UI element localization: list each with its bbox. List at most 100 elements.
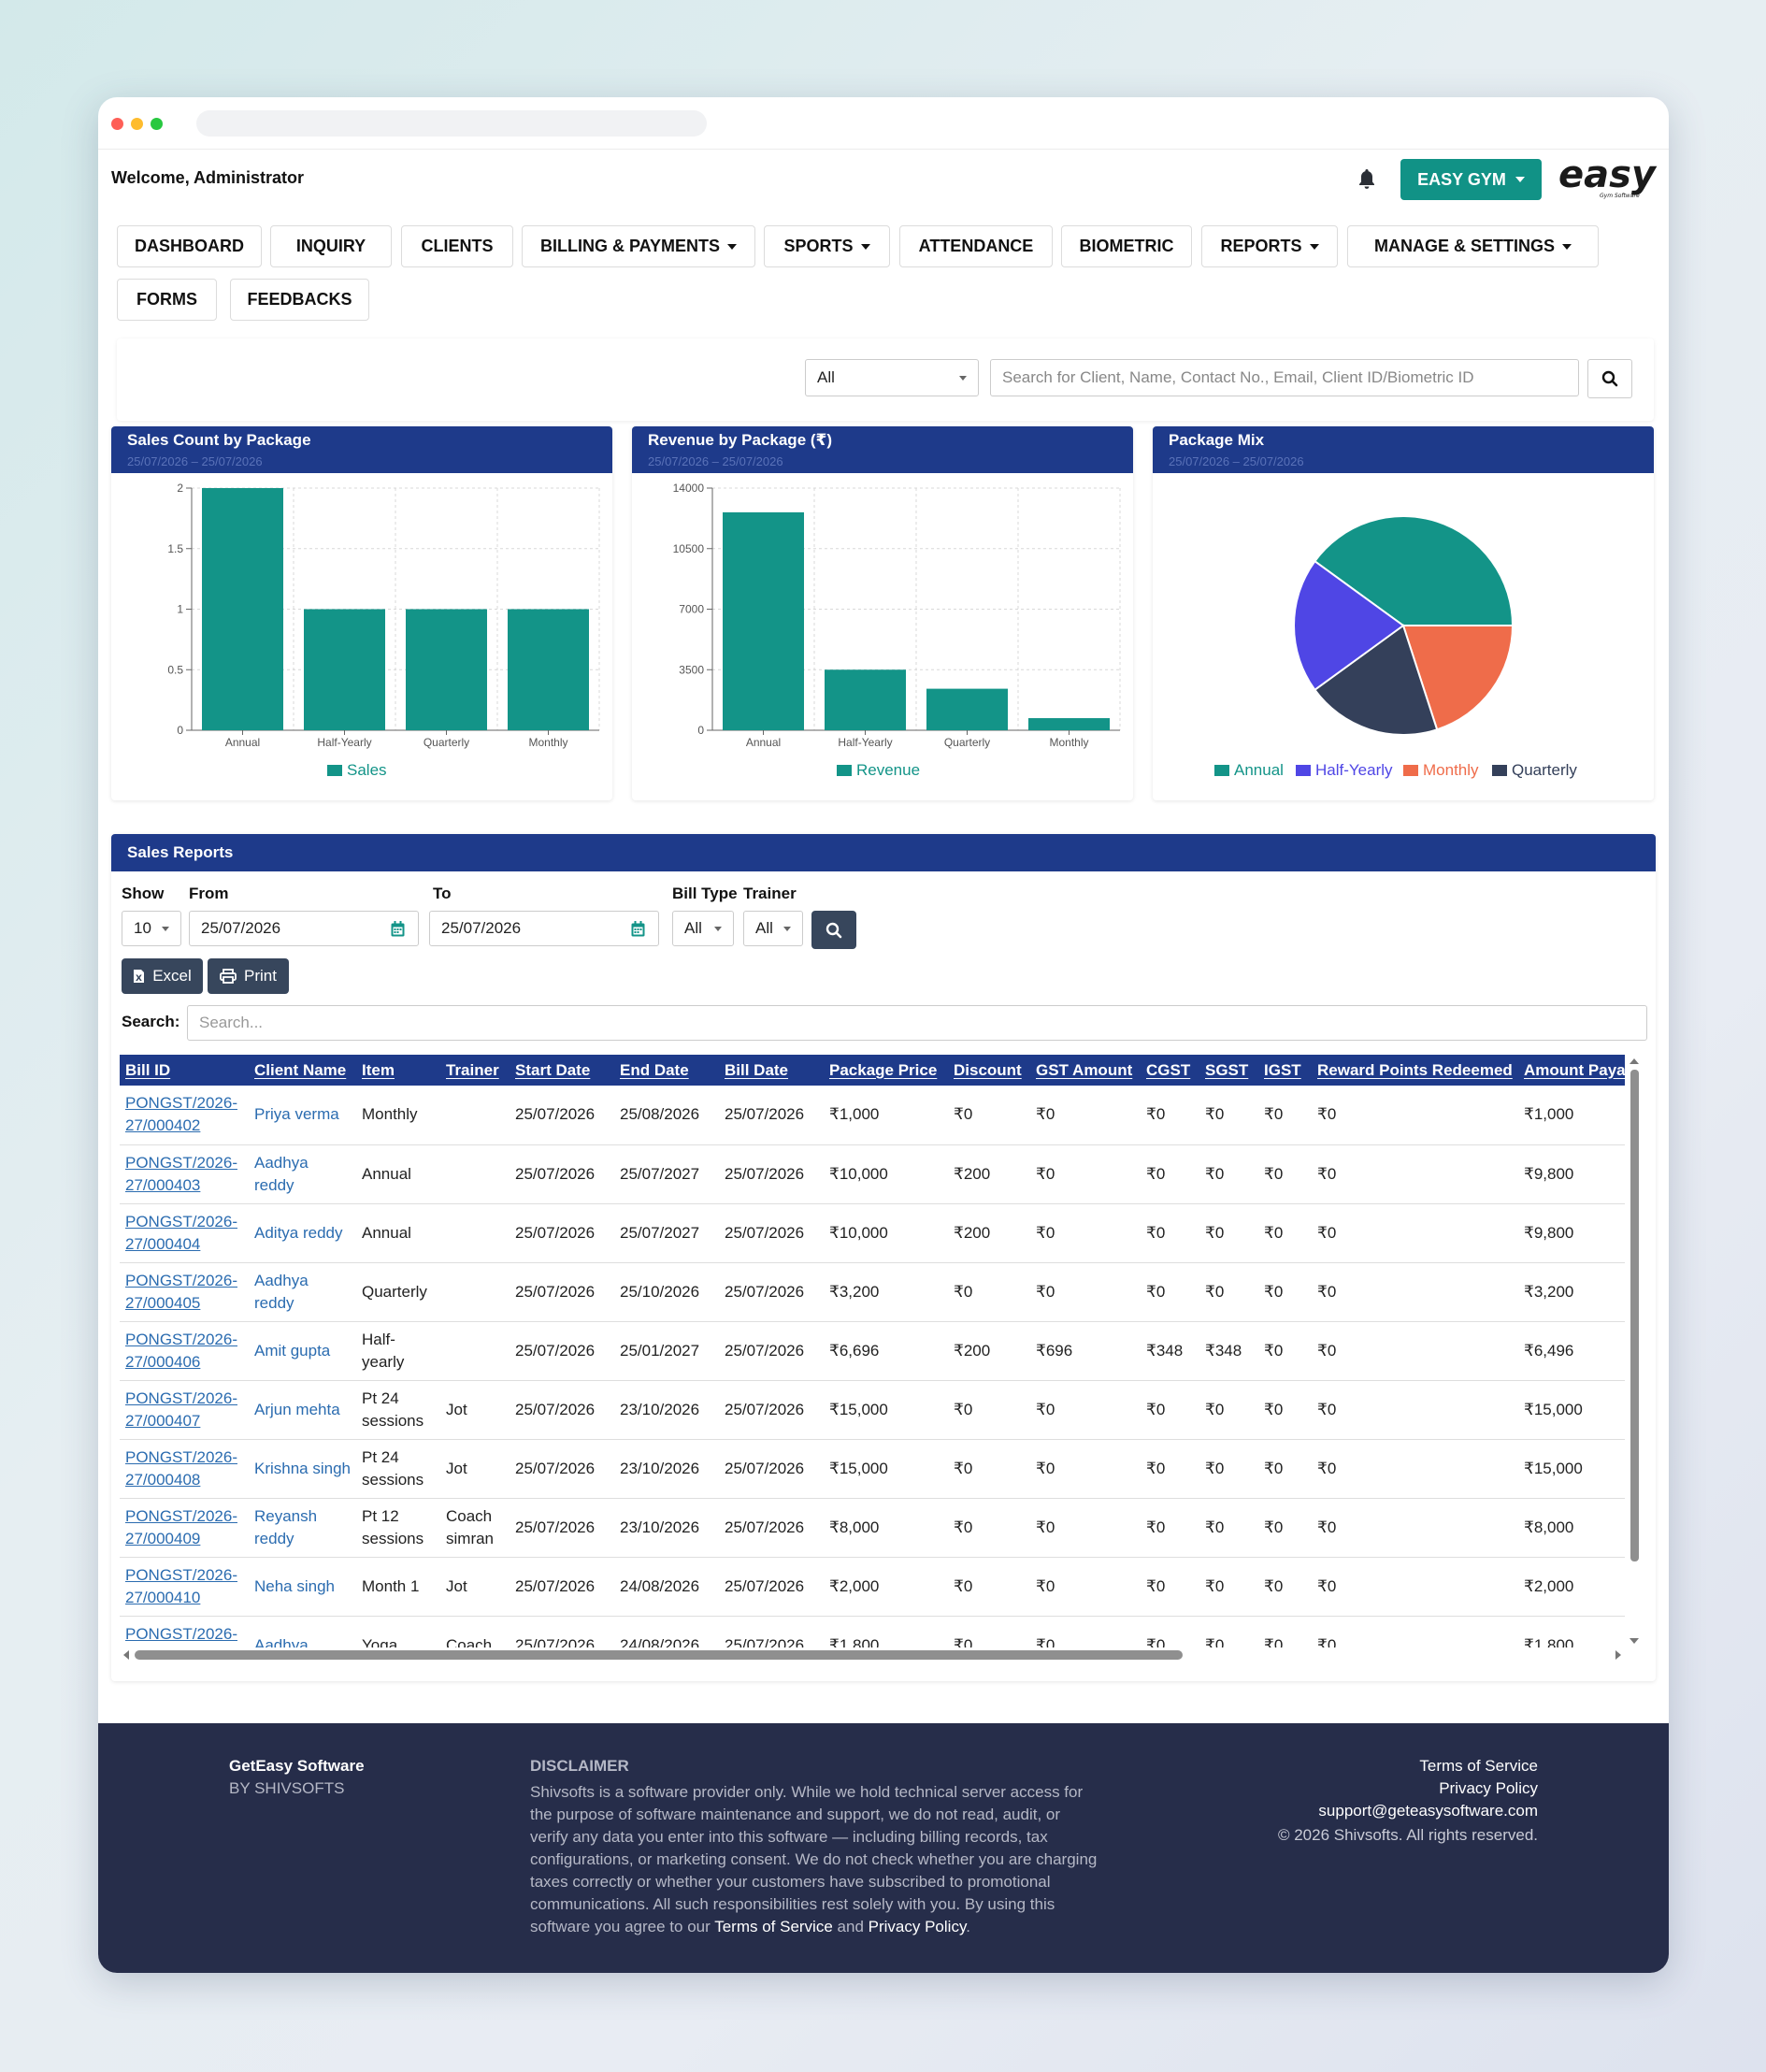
horizontal-scrollbar[interactable] [120, 1648, 1625, 1662]
nav-biometric[interactable]: BIOMETRIC [1061, 225, 1192, 267]
table-row[interactable]: PONGST/2026-27/000408 Krishna singh Pt 24 … [120, 1439, 1625, 1499]
column-header[interactable]: GST Amount [1030, 1055, 1141, 1086]
bar-monthly [508, 609, 589, 730]
nav-feedbacks[interactable]: FEEDBACKS [230, 279, 369, 321]
nav-dashboard-label: DASHBOARD [135, 237, 244, 255]
nav-reports[interactable]: REPORTS [1201, 225, 1338, 267]
client-name-link[interactable]: Reyansh reddy [249, 1498, 356, 1558]
table-search-input[interactable]: Search... [187, 1005, 1647, 1041]
maximize-window-dot[interactable] [151, 118, 163, 130]
client-name-link[interactable]: Aadhya reddy [249, 1262, 356, 1322]
privacy-link[interactable]: Privacy Policy [1439, 1779, 1538, 1798]
table-row[interactable]: PONGST/2026-27/000410 Neha singh Month 1 Jo… [120, 1557, 1625, 1617]
disclaimer-privacy-link[interactable]: Privacy Policy [869, 1918, 967, 1935]
nav-attendance[interactable]: ATTENDANCE [899, 225, 1053, 267]
search-button[interactable] [1587, 359, 1632, 398]
table-row[interactable]: PONGST/2026-27/000405 Aadhya reddy Quarter… [120, 1262, 1625, 1322]
chevron-down-icon [959, 376, 967, 381]
print-button[interactable]: Print [208, 958, 289, 994]
search-filter-select[interactable]: All [805, 359, 979, 396]
disclaimer-terms-link[interactable]: Terms of Service [714, 1918, 833, 1935]
column-header[interactable]: Bill ID [120, 1055, 249, 1086]
bill-id-link[interactable]: PONGST/2026-27/000405 [120, 1262, 249, 1322]
bill-id-link[interactable]: PONGST/2026-27/000409 [120, 1498, 249, 1558]
column-header[interactable]: End Date [614, 1055, 719, 1086]
client-name-link[interactable]: Aadhya [249, 1616, 356, 1648]
filter-search-button[interactable] [811, 911, 856, 949]
nav-sports-label: SPORTS [783, 237, 854, 255]
scroll-right-icon[interactable] [1615, 1650, 1621, 1660]
nav-sports[interactable]: SPORTS [764, 225, 890, 267]
bill-id-link[interactable]: PONGST/2026-27/000403 [120, 1144, 249, 1204]
column-header[interactable]: Amount Payable [1518, 1055, 1625, 1086]
bill-id-link[interactable]: PONGST/2026-27/000402 [120, 1086, 249, 1145]
bell-icon[interactable] [1356, 167, 1378, 192]
table-row[interactable]: PONGST/2026-27/000404 Aditya reddy Annual 2… [120, 1203, 1625, 1263]
table-row[interactable]: PONGST/2026-27/000402 Priya verma Monthly 2… [120, 1086, 1625, 1145]
bill-id-link[interactable]: PONGST/2026-27/000404 [120, 1203, 249, 1263]
scroll-down-icon[interactable] [1630, 1638, 1639, 1644]
nav-clients[interactable]: CLIENTS [401, 225, 513, 267]
column-header[interactable]: Client Name [249, 1055, 356, 1086]
trainer-select[interactable]: All [743, 911, 803, 946]
bill-id-link[interactable]: PONGST/2026-27/000408 [120, 1439, 249, 1499]
client-name-link[interactable]: Priya verma [249, 1086, 356, 1145]
client-name-link[interactable]: Arjun mehta [249, 1380, 356, 1440]
column-header[interactable]: SGST [1199, 1055, 1258, 1086]
table-cell: 24/08/2026 [614, 1557, 719, 1617]
client-name-link[interactable]: Krishna singh [249, 1439, 356, 1499]
scroll-up-icon[interactable] [1630, 1058, 1639, 1064]
close-window-dot[interactable] [111, 118, 123, 130]
vertical-scrollbar[interactable] [1627, 1055, 1642, 1648]
from-date-input[interactable]: 25/07/2026 [189, 911, 419, 946]
legend-swatch [1296, 765, 1311, 776]
nav-forms[interactable]: FORMS [117, 279, 217, 321]
client-name-link[interactable]: Amit gupta [249, 1321, 356, 1381]
column-header[interactable]: Trainer [440, 1055, 510, 1086]
horizontal-scroll-thumb[interactable] [135, 1650, 1183, 1660]
address-bar[interactable] [196, 110, 707, 137]
chevron-down-icon [714, 927, 722, 931]
terms-link[interactable]: Terms of Service [1419, 1757, 1538, 1776]
excel-export-button[interactable]: X Excel [122, 958, 203, 994]
column-header[interactable]: Item [356, 1055, 440, 1086]
gym-selector-button[interactable]: EASY GYM [1400, 159, 1542, 200]
scroll-left-icon[interactable] [123, 1650, 129, 1660]
minimize-window-dot[interactable] [131, 118, 143, 130]
table-row[interactable]: PONGST/2026-27/000406 Amit gupta Half-year… [120, 1321, 1625, 1381]
y-tick-label: 10500 [673, 542, 705, 555]
table-row[interactable]: PONGST/2026-27/000407 Arjun mehta Pt 24 se… [120, 1380, 1625, 1440]
bar-annual [723, 511, 804, 730]
bill-type-select[interactable]: All [672, 911, 734, 946]
to-date-input[interactable]: 25/07/2026 [429, 911, 659, 946]
bill-id-link[interactable]: PONGST/2026-27/000406 [120, 1321, 249, 1381]
column-header[interactable]: Start Date [510, 1055, 614, 1086]
nav-inquiry[interactable]: INQUIRY [270, 225, 392, 267]
vertical-scroll-thumb[interactable] [1630, 1070, 1639, 1561]
table-row[interactable]: PONGST/2026-27/000409 Reyansh reddy Pt 12 … [120, 1498, 1625, 1558]
client-name-link[interactable]: Neha singh [249, 1557, 356, 1617]
column-header[interactable]: IGST [1258, 1055, 1312, 1086]
table-cell: ₹0 [1141, 1498, 1199, 1558]
client-name-link[interactable]: Aadhya reddy [249, 1144, 356, 1204]
global-search-input[interactable]: Search for Client, Name, Contact No., Em… [990, 359, 1579, 396]
table-cell: ₹0 [1312, 1321, 1518, 1381]
nav-manage-settings[interactable]: MANAGE & SETTINGS [1347, 225, 1599, 267]
client-name-link[interactable]: Aditya reddy [249, 1203, 356, 1263]
bill-id-link[interactable]: PONGST/2026-27/000407 [120, 1380, 249, 1440]
table-row[interactable]: PONGST/2026-27/000403 Aadhya reddy Annual 2… [120, 1144, 1625, 1204]
table-row[interactable]: PONGST/2026-27/000411AadhyaYogaCoach25/0… [120, 1616, 1625, 1648]
column-header[interactable]: Package Price [824, 1055, 948, 1086]
y-tick-label: 1 [177, 603, 183, 616]
column-header[interactable]: Discount [948, 1055, 1030, 1086]
trainer-value: All [755, 919, 773, 937]
column-header[interactable]: CGST [1141, 1055, 1199, 1086]
bill-id-link[interactable]: PONGST/2026-27/000411 [120, 1616, 249, 1648]
bill-id-link[interactable]: PONGST/2026-27/000410 [120, 1557, 249, 1617]
show-entries-select[interactable]: 10 [122, 911, 181, 946]
column-header[interactable]: Reward Points Redeemed [1312, 1055, 1518, 1086]
support-email[interactable]: support@geteasysoftware.com [1318, 1802, 1538, 1820]
nav-dashboard[interactable]: DASHBOARD [117, 225, 262, 267]
nav-billing-payments[interactable]: BILLING & PAYMENTS [522, 225, 755, 267]
column-header[interactable]: Bill Date [719, 1055, 824, 1086]
